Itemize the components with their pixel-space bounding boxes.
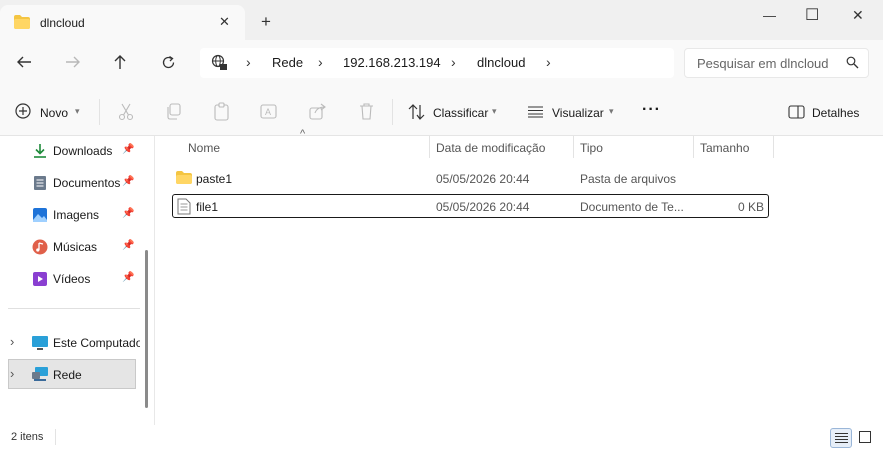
svg-text:A: A [265,107,271,117]
search-input[interactable]: Pesquisar em dlncloud [697,56,829,71]
video-icon [33,272,47,286]
sidebar-divider [8,308,140,309]
sidebar-item-documentos[interactable]: Documentos 📌 [30,172,148,194]
paste-icon[interactable] [213,102,231,121]
sidebar-item-downloads[interactable]: Downloads 📌 [30,140,148,162]
separator [392,99,393,125]
expand-chevron-icon[interactable]: › [10,366,14,381]
new-tab-button[interactable]: + [261,12,271,32]
details-button[interactable]: Detalhes [812,106,859,120]
tiles-view-icon[interactable] [858,430,872,444]
row-type: Documento de Te... [580,200,684,214]
copy-icon[interactable] [166,103,182,120]
tab-dlncloud[interactable] [0,5,245,40]
sidebar-item-videos[interactable]: Vídeos 📌 [30,268,148,290]
breadcrumb-ip[interactable]: 192.168.213.194 [343,55,441,70]
column-divider[interactable] [773,136,774,158]
sidebar-item-label: Rede [53,368,82,382]
details-view-icon [835,433,848,443]
sidebar-item-musicas[interactable]: Músicas 📌 [30,236,148,258]
breadcrumb-chevron-icon: › [318,54,323,70]
folder-icon [176,171,192,184]
delete-icon[interactable] [359,103,374,120]
breadcrumb-chevron-icon: › [246,54,251,70]
view-button[interactable]: Visualizar [552,106,604,120]
separator [99,99,100,125]
document-icon [34,176,46,190]
row-date: 05/05/2026 20:44 [436,172,530,186]
forward-icon[interactable] [65,55,81,69]
new-plus-icon [15,103,31,119]
share-icon[interactable] [309,103,327,120]
computer-icon [32,336,48,350]
maximize-button[interactable]: ☐ [805,5,819,25]
refresh-icon[interactable] [161,55,176,70]
column-header-tipo[interactable]: Tipo [580,141,603,155]
pin-icon[interactable]: 📌 [122,208,134,219]
pane-divider[interactable] [154,136,155,425]
text-document-icon [177,198,191,215]
up-icon[interactable] [113,54,127,70]
row-size: 0 KB [737,200,764,214]
download-icon [34,144,46,158]
column-divider[interactable] [429,136,430,158]
sidebar-item-label: Documentos [53,176,121,190]
sort-button[interactable]: Classificar [433,106,488,120]
breadcrumb-chevron-icon: › [451,54,456,70]
close-button[interactable]: ✕ [852,7,864,24]
pin-icon[interactable]: 📌 [122,144,134,155]
sidebar-item-label: Downloads [53,144,113,158]
pin-icon[interactable]: 📌 [122,272,134,283]
table-row-selected[interactable]: file1 05/05/2026 20:44 Documento de Te..… [172,194,769,218]
expand-chevron-icon[interactable]: › [10,334,14,349]
minimize-button[interactable]: — [763,8,776,23]
sidebar-item-label: Vídeos [53,272,91,286]
tab-close-icon[interactable]: ✕ [219,14,230,30]
back-icon[interactable] [16,55,32,69]
row-type: Pasta de arquivos [580,172,677,186]
sort-ascending-icon: ^ [300,128,306,140]
tab-title: dlncloud [40,16,85,30]
image-icon [33,208,47,222]
chevron-down-icon: ▾ [492,106,497,116]
search-icon [846,56,859,69]
pin-icon[interactable]: 📌 [122,240,134,251]
sidebar-scrollbar[interactable] [145,250,148,408]
item-count: 2 itens [11,431,44,443]
sidebar-item-este-computador[interactable]: › Este Computador [0,331,140,355]
chevron-down-icon: ▾ [75,106,80,116]
pin-icon[interactable]: 📌 [122,176,134,187]
row-date: 05/05/2026 20:44 [436,200,530,214]
column-header-nome[interactable]: Nome [188,141,220,155]
breadcrumb-dlncloud[interactable]: dlncloud [477,55,525,70]
sidebar-item-label: Este Computador [53,336,140,350]
row-name: file1 [196,200,219,214]
row-name: paste1 [196,172,233,186]
breadcrumb-rede[interactable]: Rede [272,55,303,70]
music-icon [32,239,48,255]
chevron-down-icon: ▾ [609,106,614,116]
column-header-data[interactable]: Data de modificação [436,141,545,155]
network-globe-icon [211,54,227,70]
details-pane-icon [788,105,805,119]
column-divider[interactable] [573,136,574,158]
breadcrumb-chevron-icon[interactable]: › [546,54,551,70]
column-divider[interactable] [693,136,694,158]
cut-icon[interactable] [118,103,134,121]
folder-icon [14,15,30,29]
sidebar-item-label: Imagens [53,208,100,222]
column-header-tamanho[interactable]: Tamanho [700,141,749,155]
rename-icon[interactable]: A [260,103,278,120]
separator [55,429,56,445]
sidebar-item-imagens[interactable]: Imagens 📌 [30,204,148,226]
sidebar-item-label: Músicas [53,240,98,254]
new-button[interactable]: Novo [40,106,68,120]
network-icon [32,367,48,381]
sort-icon [408,104,425,120]
more-options-button[interactable]: ··· [642,101,661,119]
status-bar [0,425,883,449]
table-row[interactable]: paste1 05/05/2026 20:44 Pasta de arquivo… [172,166,769,190]
view-icon [528,106,543,118]
